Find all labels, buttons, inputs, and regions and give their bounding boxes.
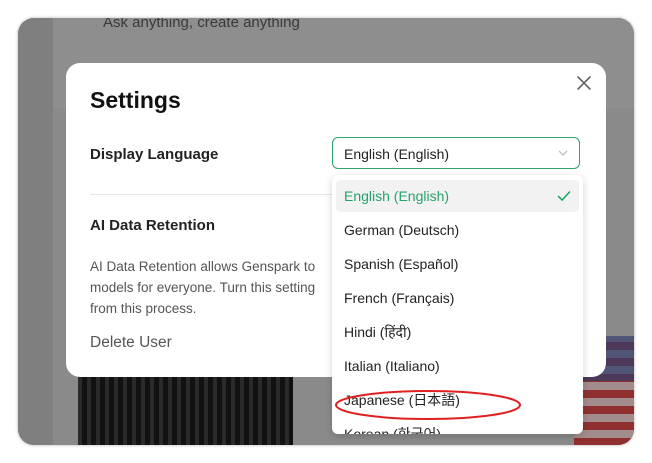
chevron-down-icon bbox=[558, 150, 568, 156]
ai-retention-description: AI Data Retention allows Genspark to mod… bbox=[90, 259, 316, 316]
language-select-value: English (English) bbox=[344, 146, 450, 162]
option-label: Korean (한국어) bbox=[344, 426, 441, 434]
option-german[interactable]: German (Deutsch) bbox=[336, 214, 579, 246]
option-spanish[interactable]: Spanish (Español) bbox=[336, 248, 579, 280]
divider bbox=[90, 194, 340, 195]
close-icon bbox=[577, 76, 591, 90]
option-label: Italian (Italiano) bbox=[344, 358, 440, 374]
background-image-corridor bbox=[78, 368, 293, 445]
close-button[interactable] bbox=[574, 73, 594, 93]
option-label: English (English) bbox=[344, 188, 450, 204]
option-label: Spanish (Español) bbox=[344, 256, 459, 272]
corridor-bars bbox=[78, 368, 293, 445]
option-label: French (Français) bbox=[344, 290, 455, 306]
option-english[interactable]: English (English) bbox=[336, 180, 579, 212]
option-korean[interactable]: Korean (한국어) bbox=[336, 418, 579, 434]
modal-title: Settings bbox=[90, 87, 181, 113]
option-label: Japanese (日本語) bbox=[344, 392, 460, 408]
option-label: German (Deutsch) bbox=[344, 222, 460, 238]
option-italian[interactable]: Italian (Italiano) bbox=[336, 350, 579, 382]
background-sidebar bbox=[18, 18, 53, 445]
prompt-placeholder: Ask anything, create anything bbox=[103, 18, 300, 31]
option-japanese[interactable]: Japanese (日本語) bbox=[336, 384, 579, 416]
display-language-label: Display Language bbox=[90, 146, 219, 163]
language-select[interactable]: English (English) bbox=[332, 137, 580, 169]
checkmark-icon bbox=[557, 191, 571, 202]
delete-user-button[interactable]: Delete User bbox=[90, 334, 172, 352]
option-hindi[interactable]: Hindi (हिंदी) bbox=[336, 316, 579, 348]
option-label: Hindi (हिंदी) bbox=[344, 324, 412, 340]
option-french[interactable]: French (Français) bbox=[336, 282, 579, 314]
language-dropdown: English (English) German (Deutsch) Spani… bbox=[332, 175, 583, 434]
ai-retention-label: AI Data Retention bbox=[90, 217, 216, 234]
